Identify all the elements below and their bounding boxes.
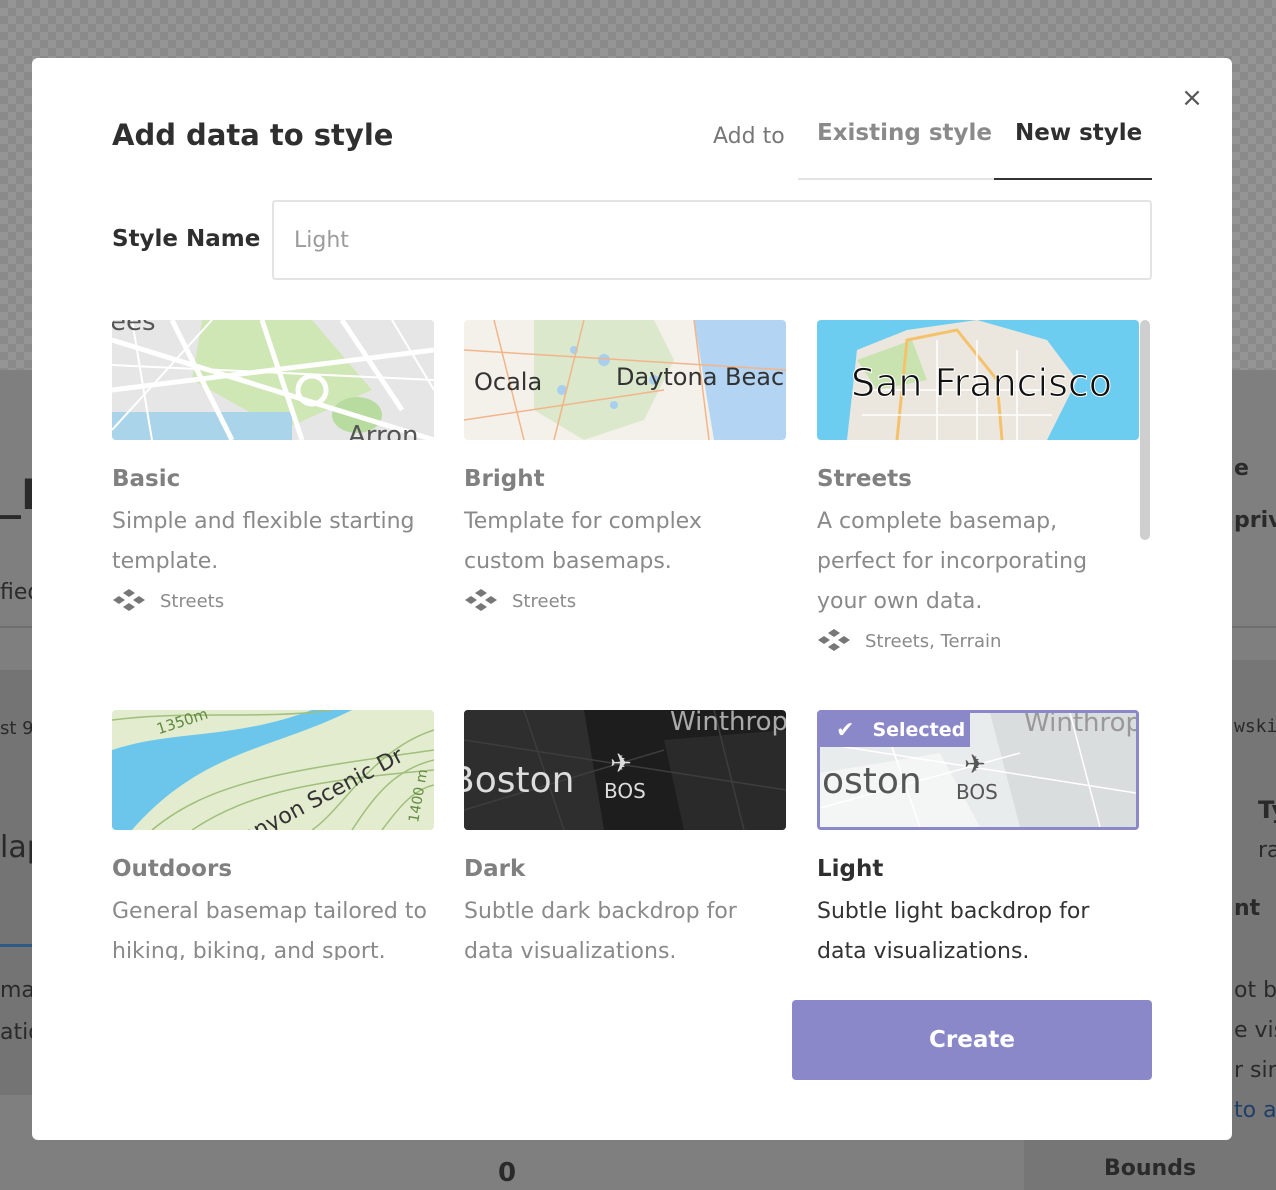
bg-text-12: nt (1234, 896, 1261, 921)
bg-count: 0 (498, 1158, 517, 1188)
bg-bounds-label: Bounds (1104, 1156, 1197, 1181)
style-description: Subtle light backdrop for data visualiza… (817, 892, 1139, 960)
bright-thumbnail: Ocala Daytona Beac (464, 320, 786, 440)
light-thumb-label-3: BOS (956, 780, 998, 804)
tab-new-style[interactable]: New style (994, 120, 1152, 180)
style-card-dark[interactable]: Winthrop Boston ✈ BOS Dark Subtle dark b… (464, 710, 786, 960)
bg-text-13: ot be (1234, 978, 1276, 1003)
dark-thumb-label-3: BOS (604, 779, 646, 803)
style-name: Outdoors (112, 856, 233, 882)
bg-text-9: wski (1234, 716, 1276, 737)
modal-title: Add data to style (112, 118, 394, 152)
bg-text-14: e visi (1234, 1018, 1276, 1043)
tileset-icon (465, 589, 497, 611)
style-description-line: your own data. (817, 589, 983, 614)
bg-text-7: e (1234, 456, 1249, 481)
bright-thumb-label-2: Daytona Beac (616, 363, 784, 391)
style-description-line: Subtle light backdrop for (817, 899, 1090, 924)
style-sources: Streets (464, 588, 786, 614)
tileset-icon (818, 629, 850, 651)
sources-label: Streets (512, 590, 577, 612)
close-icon[interactable]: × (1178, 82, 1206, 114)
style-description-line: A complete basemap, (817, 509, 1058, 534)
bg-text-5: ma (0, 978, 35, 1003)
light-thumbnail: Winthrop oston ✈ BOS ✔ Selected (817, 710, 1139, 830)
dark-thumb-label-1: Winthrop (670, 710, 786, 737)
streets-thumb-label: San Francisco (851, 361, 1112, 405)
style-description-line: Template for complex (464, 509, 702, 534)
bg-link-text: to ac (1234, 1098, 1276, 1123)
style-description: Template for complex custom basemaps. (464, 502, 786, 582)
style-description: Simple and flexible starting template. (112, 502, 434, 582)
add-data-modal: × Add data to style Add to Existing styl… (32, 58, 1232, 1140)
style-name: Basic (112, 466, 181, 492)
style-card-bright[interactable]: Ocala Daytona Beac Bright Template for c… (464, 320, 786, 614)
light-thumb-airplane-icon: ✈ (964, 750, 986, 780)
style-card-outdoors[interactable]: 1350m on Canyon Scenic Dr 1400 m Outdoor… (112, 710, 434, 960)
dark-thumb-airplane-icon: ✈ (610, 749, 632, 779)
bg-text-15: r sim (1234, 1058, 1276, 1083)
style-description-line: General basemap tailored to (112, 899, 427, 924)
bg-text-8: priva (1234, 508, 1276, 533)
style-sources: Streets, Terrain (817, 628, 1139, 654)
style-name-input[interactable] (272, 200, 1152, 280)
style-description: A complete basemap, perfect for incorpor… (817, 502, 1139, 622)
style-name: Bright (464, 466, 545, 492)
check-icon: ✔ (836, 717, 855, 743)
bg-text-10: Ty (1258, 796, 1276, 824)
create-button[interactable]: Create (792, 1000, 1152, 1080)
selected-label: Selected (872, 719, 966, 741)
style-description-line: custom basemaps. (464, 549, 672, 574)
sources-label: Streets (160, 590, 225, 612)
style-description-line: data visualizations. (464, 939, 677, 960)
style-card-streets[interactable]: San Francisco Streets A complete basemap… (817, 320, 1139, 654)
style-description: Subtle dark backdrop for data visualizat… (464, 892, 786, 960)
dark-thumbnail: Winthrop Boston ✈ BOS (464, 710, 786, 830)
style-description-line: data visualizations. (817, 939, 1030, 960)
outdoors-thumbnail: 1350m on Canyon Scenic Dr 1400 m (112, 710, 434, 830)
selected-badge: ✔ Selected (820, 713, 970, 747)
light-thumb-label-1: Winthrop (1024, 713, 1136, 738)
tileset-icon (113, 589, 145, 611)
style-name-label: Style Name (112, 226, 261, 252)
style-description-line: Simple and flexible starting (112, 509, 415, 534)
cards-scrollbar[interactable] (1140, 320, 1150, 540)
style-tabs: Existing style New style (798, 112, 1152, 180)
bg-text-3: st 9 (0, 718, 34, 739)
style-description-line: template. (112, 549, 219, 574)
style-card-basic[interactable]: ees Arron Basic Simple and flexible star… (112, 320, 434, 614)
style-name: Dark (464, 856, 526, 882)
style-description-line: hiking, biking, and sport. (112, 939, 386, 960)
basic-thumb-label-1: ees (112, 320, 156, 337)
sources-label: Streets, Terrain (865, 630, 1002, 652)
style-sources: Streets (112, 588, 434, 614)
bright-thumb-label-1: Ocala (474, 368, 542, 396)
tab-existing-style[interactable]: Existing style (817, 120, 992, 178)
style-name: Light (817, 856, 884, 882)
bg-text-11: ra (1258, 838, 1276, 863)
dark-thumb-label-2: Boston (464, 760, 574, 801)
add-to-label: Add to (713, 124, 785, 149)
style-description-line: perfect for incorporating (817, 549, 1088, 574)
streets-thumbnail: San Francisco (817, 320, 1139, 440)
style-name: Streets (817, 466, 912, 492)
background-tab-indicator (0, 944, 34, 947)
basic-thumbnail: ees Arron (112, 320, 434, 440)
style-description: General basemap tailored to hiking, biki… (112, 892, 434, 960)
basic-thumb-label-2: Arron (348, 421, 419, 440)
style-description-line: Subtle dark backdrop for (464, 899, 737, 924)
style-card-light[interactable]: Winthrop oston ✈ BOS ✔ Selected Light Su… (817, 710, 1139, 960)
light-thumb-label-2: oston (822, 761, 922, 802)
style-cards-grid: ees Arron Basic Simple and flexible star… (112, 320, 1152, 960)
